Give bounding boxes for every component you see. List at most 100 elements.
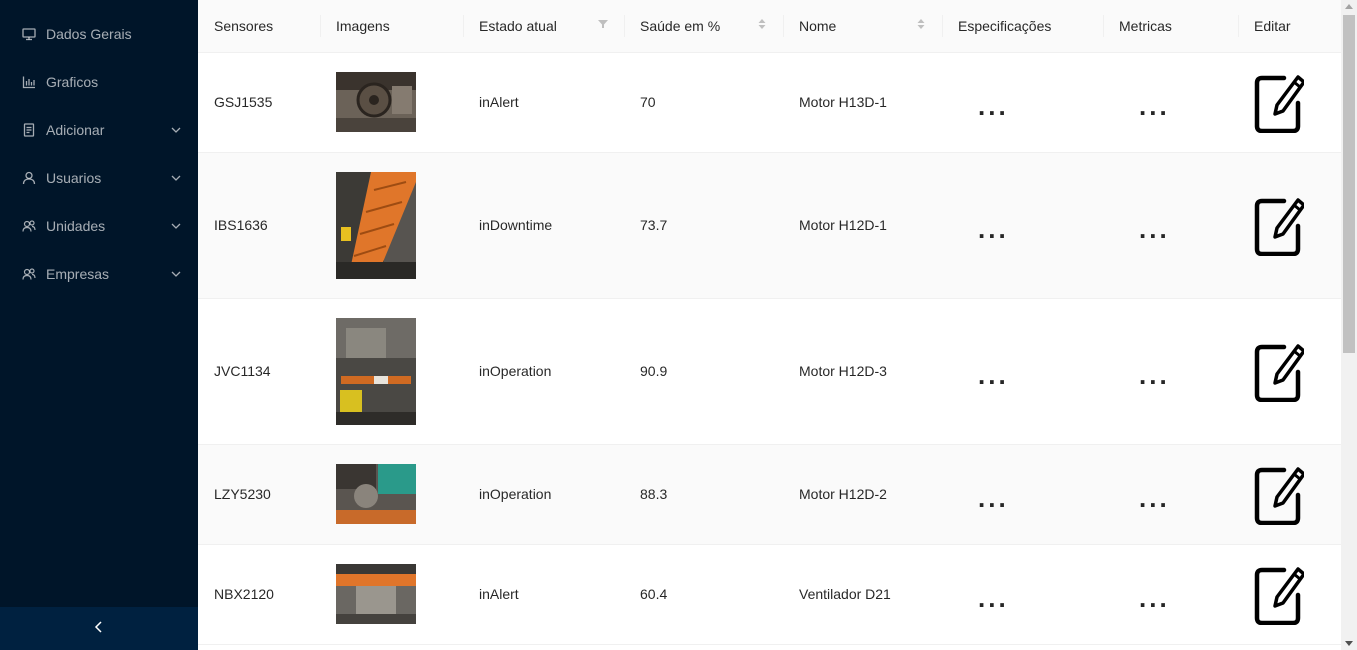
specifications-cell: ... [942,444,1103,545]
table-row: NBX2120 inAlert 60.4 Ventilador D21 ... … [198,544,1341,645]
metrics-cell: ... [1103,544,1238,645]
chevron-down-icon [170,124,182,136]
state-cell: inAlert [463,544,624,645]
sensors-table: Sensores Imagens Estado atual Saúde em %… [198,0,1341,645]
sidebar-item-label: Graficos [46,74,99,90]
chevron-left-icon [92,620,106,637]
sort-icon[interactable] [916,17,926,34]
team-icon [22,219,36,233]
team-icon [22,267,36,281]
sensor-image[interactable] [336,464,416,524]
sidebar-item-label: Dados Gerais [46,26,132,42]
sensor-cell: IBS1636 [198,152,320,299]
column-header-saude[interactable]: Saúde em % [624,0,783,53]
scrollbar-thumb[interactable] [1343,15,1355,353]
specifications-more-button[interactable]: ... [958,360,1009,390]
state-cell: inDowntime [463,152,624,299]
health-cell: 88.3 [624,444,783,545]
metrics-cell: ... [1103,52,1238,153]
health-cell: 60.4 [624,544,783,645]
edit-cell [1238,152,1341,299]
main-content: Sensores Imagens Estado atual Saúde em %… [198,0,1341,650]
sidebar-item-label: Usuarios [46,170,102,186]
edit-icon[interactable] [1254,194,1304,256]
specifications-cell: ... [942,544,1103,645]
sort-icon[interactable] [757,17,767,34]
sidebar-item-adicionar[interactable]: Adicionar [0,110,198,150]
specifications-more-button[interactable]: ... [958,214,1009,244]
sensor-cell: LZY5230 [198,444,320,545]
metrics-more-button[interactable]: ... [1119,91,1170,121]
image-cell [320,298,463,445]
specifications-more-button[interactable]: ... [958,583,1009,613]
metrics-cell: ... [1103,444,1238,545]
column-header-metricas: Metricas [1103,0,1238,53]
file-icon [22,123,36,137]
sidebar-menu: Dados Gerais Graficos Adicionar Usuarios [0,0,198,294]
sensor-cell: JVC1134 [198,298,320,445]
health-cell: 73.7 [624,152,783,299]
column-header-sensores: Sensores [198,0,320,53]
chevron-down-icon [170,268,182,280]
sensor-image[interactable] [336,564,416,624]
health-cell: 70 [624,52,783,153]
sensor-cell: GSJ1535 [198,52,320,153]
metrics-cell: ... [1103,298,1238,445]
table-row: JVC1134 inOperation 90.9 Motor H12D-3 ..… [198,298,1341,445]
edit-icon[interactable] [1254,340,1304,402]
edit-cell [1238,52,1341,153]
table-row: IBS1636 inDowntime 73.7 Motor H12D-1 ...… [198,152,1341,299]
image-cell [320,544,463,645]
sidebar-item-graficos[interactable]: Graficos [0,62,198,102]
metrics-more-button[interactable]: ... [1119,583,1170,613]
sidebar-item-usuarios[interactable]: Usuarios [0,158,198,198]
sidebar-item-empresas[interactable]: Empresas [0,254,198,294]
sidebar-item-dados-gerais[interactable]: Dados Gerais [0,14,198,54]
user-icon [22,171,36,185]
metrics-more-button[interactable]: ... [1119,483,1170,513]
column-header-editar: Editar [1238,0,1341,53]
column-header-nome[interactable]: Nome [783,0,942,53]
edit-cell [1238,444,1341,545]
sensor-cell: NBX2120 [198,544,320,645]
state-cell: inAlert [463,52,624,153]
metrics-more-button[interactable]: ... [1119,360,1170,390]
name-cell: Motor H12D-3 [783,298,942,445]
sensor-image[interactable] [336,171,416,279]
edit-cell [1238,544,1341,645]
scroll-down-arrow[interactable] [1345,641,1353,646]
vertical-scrollbar[interactable] [1341,0,1357,650]
image-cell [320,52,463,153]
specifications-cell: ... [942,152,1103,299]
chevron-down-icon [170,220,182,232]
specifications-more-button[interactable]: ... [958,91,1009,121]
specifications-more-button[interactable]: ... [958,483,1009,513]
name-cell: Motor H12D-2 [783,444,942,545]
scroll-up-arrow[interactable] [1345,4,1353,9]
filter-icon[interactable] [598,17,608,34]
name-cell: Motor H12D-1 [783,152,942,299]
metrics-more-button[interactable]: ... [1119,214,1170,244]
image-cell [320,444,463,545]
sidebar: Dados Gerais Graficos Adicionar Usuarios [0,0,198,650]
state-cell: inOperation [463,444,624,545]
metrics-cell: ... [1103,152,1238,299]
name-cell: Motor H13D-1 [783,52,942,153]
edit-icon[interactable] [1254,563,1304,625]
sensor-image[interactable] [336,72,416,132]
chevron-down-icon [170,172,182,184]
specifications-cell: ... [942,298,1103,445]
column-header-estado-atual[interactable]: Estado atual [463,0,624,53]
edit-icon[interactable] [1254,71,1304,133]
image-cell [320,152,463,299]
sensor-image[interactable] [336,317,416,425]
sidebar-item-unidades[interactable]: Unidades [0,206,198,246]
edit-icon[interactable] [1254,463,1304,525]
table-header-row: Sensores Imagens Estado atual Saúde em %… [198,0,1341,53]
column-header-imagens: Imagens [320,0,463,53]
state-cell: inOperation [463,298,624,445]
table-row: GSJ1535 inAlert 70 Motor H13D-1 ... ... [198,52,1341,153]
desktop-icon [22,27,36,41]
name-cell: Ventilador D21 [783,544,942,645]
sidebar-collapse-button[interactable] [0,607,198,650]
